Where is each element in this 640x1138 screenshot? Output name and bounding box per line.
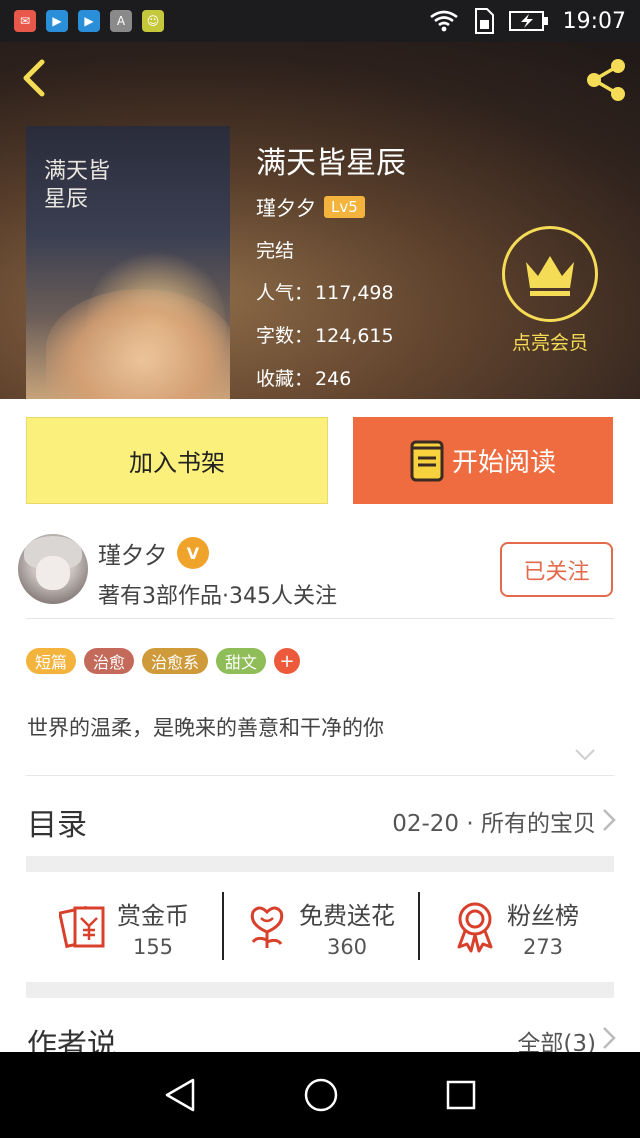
word-count-row: 字数： 124,615 xyxy=(256,321,394,348)
author-says-row[interactable]: 作者说 全部(3) xyxy=(0,1012,640,1054)
tag-list: 短篇 治愈 治愈系 甜文 + xyxy=(26,648,301,674)
stats-row: 赏金币 155 免费送花 360 粉丝榜 273 xyxy=(26,872,614,982)
author-card[interactable]: 瑾夕夕 V 著有3部作品·345人关注 已关注 xyxy=(0,530,640,618)
popularity-label: 人气： xyxy=(256,282,314,304)
header-author-name[interactable]: 瑾夕夕 xyxy=(256,192,316,221)
share-icon[interactable] xyxy=(582,56,630,104)
mail-app-icon: ✉ xyxy=(14,10,36,32)
toc-title: 目录 xyxy=(27,808,87,843)
back-nav-icon[interactable] xyxy=(163,1077,197,1113)
popularity-value: 117,498 xyxy=(315,282,394,304)
a-app-icon: A xyxy=(110,10,132,32)
popularity-row: 人气： 117,498 xyxy=(256,278,394,305)
cover-title: 满天皆星辰 xyxy=(44,159,111,212)
vip-member-button[interactable]: 点亮会员 xyxy=(500,226,600,355)
medal-icon xyxy=(457,902,493,953)
author-name[interactable]: 瑾夕夕 xyxy=(98,536,167,570)
clock-time: 19:07 xyxy=(562,8,626,34)
follow-button[interactable]: 已关注 xyxy=(500,542,613,597)
reward-coins-label: 赏金币 xyxy=(117,901,189,930)
word-count-label: 字数： xyxy=(256,325,314,347)
tag-sweet[interactable]: 甜文 xyxy=(216,648,267,674)
chat-app-icon: ☺ xyxy=(142,10,164,32)
book-status: 完结 xyxy=(256,240,295,262)
crown-icon xyxy=(526,256,574,296)
start-reading-label: 开始阅读 xyxy=(451,448,556,478)
book-cover[interactable]: 满天皆星辰 xyxy=(26,126,230,399)
wifi-icon xyxy=(429,10,458,32)
favorites-value: 246 xyxy=(315,368,352,390)
video-app-icon: ▶ xyxy=(46,10,68,32)
book-title: 满天皆星辰 xyxy=(256,146,406,181)
chevron-right-icon xyxy=(603,1027,616,1049)
book-icon xyxy=(410,440,444,481)
vip-label: 点亮会员 xyxy=(511,332,588,354)
add-to-shelf-label: 加入书架 xyxy=(129,449,225,477)
cover-hands-illustration xyxy=(46,289,230,399)
section-separator xyxy=(26,856,614,872)
reward-coins-stat[interactable]: 赏金币 155 xyxy=(26,872,222,982)
sim-card-icon xyxy=(474,8,494,34)
verified-badge-icon: V xyxy=(177,537,209,569)
author-says-title: 作者说 xyxy=(27,1028,117,1054)
table-of-contents-row[interactable]: 目录 02-20 · 所有的宝贝 xyxy=(0,776,640,856)
free-flowers-value: 360 xyxy=(326,934,368,959)
book-description: 世界的温柔，是晚来的善意和干净的你 xyxy=(27,716,384,740)
free-flowers-stat[interactable]: 免费送花 360 xyxy=(222,872,418,982)
fans-ranking-value: 273 xyxy=(522,934,564,959)
level-badge: Lv5 xyxy=(324,195,365,218)
tag-healing[interactable]: 治愈 xyxy=(84,648,135,674)
chevron-right-icon xyxy=(603,809,616,831)
section-separator xyxy=(26,982,614,998)
author-says-all: 全部(3) xyxy=(517,1031,596,1054)
video-app-icon-2: ▶ xyxy=(78,10,100,32)
latest-chapter: 02-20 · 所有的宝贝 xyxy=(392,811,596,837)
word-count-value: 124,615 xyxy=(315,325,394,347)
add-tag-button[interactable]: + xyxy=(274,648,301,674)
free-flowers-label: 免费送花 xyxy=(299,901,395,930)
tag-short[interactable]: 短篇 xyxy=(26,648,77,674)
favorites-row: 收藏： 246 xyxy=(256,364,351,391)
divider xyxy=(26,618,614,619)
favorites-label: 收藏： xyxy=(256,368,314,390)
tag-healing-series[interactable]: 治愈系 xyxy=(142,648,209,674)
book-header: 满天皆星辰 满天皆星辰 瑾夕夕 Lv5 完结 人气： 117,498 字数： 124… xyxy=(0,42,640,399)
battery-charging-icon xyxy=(508,11,548,31)
follow-label: 已关注 xyxy=(523,559,590,585)
home-nav-icon[interactable] xyxy=(303,1077,339,1113)
action-buttons: 加入书架 开始阅读 xyxy=(0,417,640,505)
notification-icons: ✉ ▶ ▶ A ☺ xyxy=(14,10,164,32)
fans-ranking-stat[interactable]: 粉丝榜 273 xyxy=(418,872,614,982)
author-stats: 著有3部作品·345人关注 xyxy=(98,584,337,609)
flower-icon xyxy=(250,906,284,948)
avatar[interactable] xyxy=(18,534,88,604)
expand-chevron-icon[interactable] xyxy=(574,748,596,762)
back-icon[interactable] xyxy=(14,58,54,98)
author-row: 瑾夕夕 Lv5 xyxy=(256,192,365,221)
fans-ranking-label: 粉丝榜 xyxy=(507,901,579,930)
author-name-row: 瑾夕夕 V xyxy=(98,536,209,570)
navigation-bar xyxy=(0,1052,640,1138)
red-envelope-icon xyxy=(59,905,105,949)
start-reading-button[interactable]: 开始阅读 xyxy=(353,417,613,504)
add-to-shelf-button[interactable]: 加入书架 xyxy=(26,417,328,504)
reward-coins-value: 155 xyxy=(132,934,174,959)
recents-nav-icon[interactable] xyxy=(445,1079,477,1111)
status-bar: ✉ ▶ ▶ A ☺ 19:07 xyxy=(0,0,640,42)
